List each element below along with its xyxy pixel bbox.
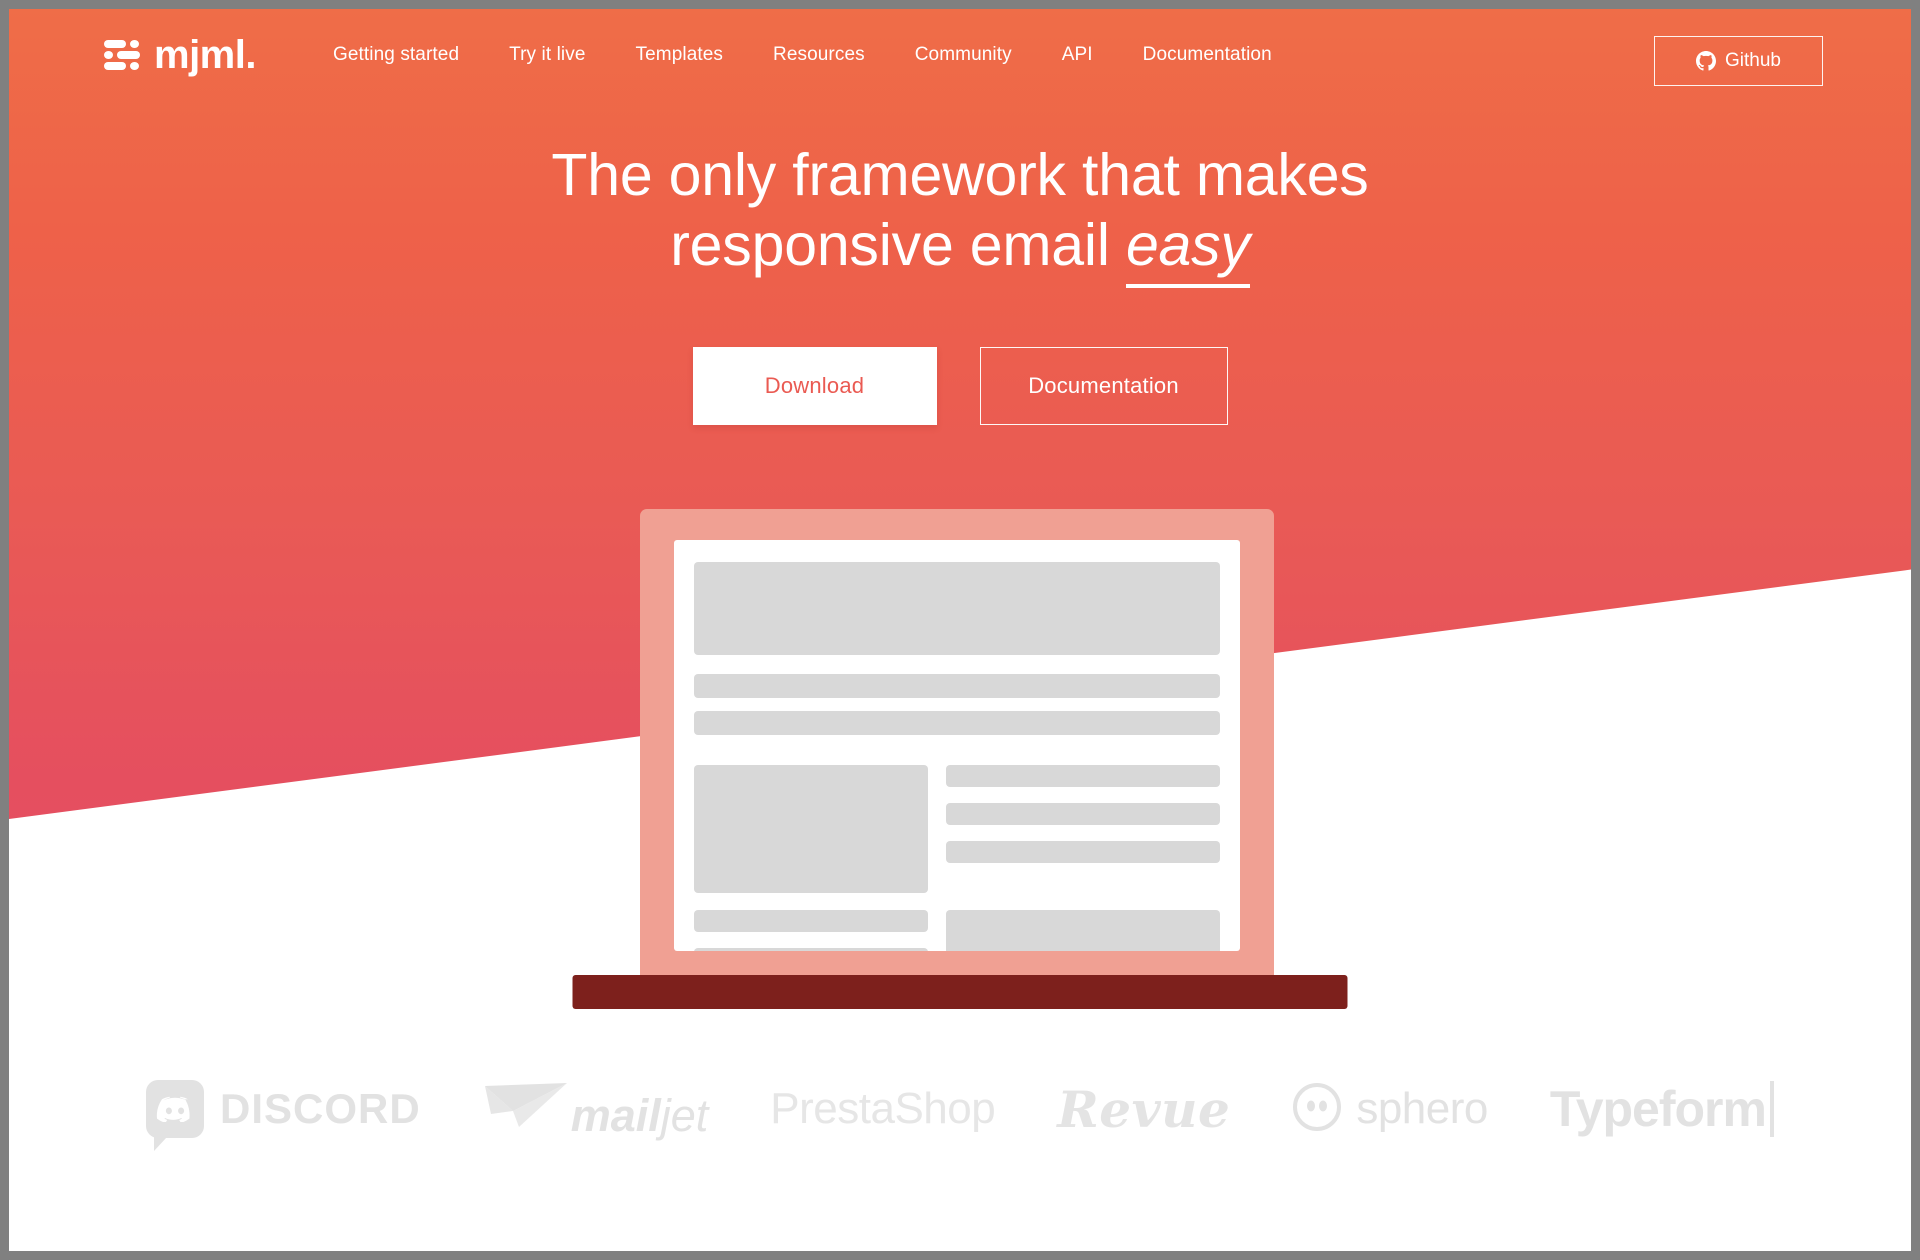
laptop-email-mockup [572,509,1348,1009]
hero-actions: Download Documentation [9,347,1911,425]
github-button[interactable]: Github [1654,36,1823,86]
github-button-label: Github [1725,50,1781,71]
documentation-button[interactable]: Documentation [979,347,1228,425]
download-button[interactable]: Download [692,347,937,425]
page-root: mjml. Getting started Try it live Templa… [0,0,1920,1260]
customer-logo-mailjet: mailjet [483,1081,709,1138]
skeleton-two-column [694,910,1220,951]
skeleton-line [694,910,928,932]
brand-name-text: mjml. [154,33,256,77]
top-navigation-bar: mjml. Getting started Try it live Templa… [9,9,1911,101]
sphero-wordmark: sphero [1356,1084,1488,1133]
nav-link-documentation[interactable]: Documentation [1118,44,1297,66]
brand-logo-link[interactable]: mjml. [104,35,256,75]
mailjet-plane-icon [483,1081,569,1134]
customer-logo-discord: DISCORD [146,1080,421,1151]
hero-copy: The only framework that makes responsive… [9,141,1911,288]
customer-logo-revue: Revue [1057,1079,1231,1139]
customer-logo-strip: DISCORD mailjet PrestaShop Revue sphero … [9,1054,1911,1164]
skeleton-line [694,674,1220,698]
nav-link-getting-started[interactable]: Getting started [308,44,484,66]
hero-title-line-1: The only framework that makes [551,142,1369,208]
github-icon [1696,51,1716,71]
mailjet-wordmark: mailjet [571,1093,709,1138]
customer-logo-sphero: sphero [1292,1082,1488,1137]
skeleton-image-block [694,765,928,893]
laptop-base [572,975,1348,1009]
hero-title-line-2: responsive email [670,211,1126,278]
typeform-wordmark: Typeform [1549,1081,1767,1137]
nav-link-resources[interactable]: Resources [748,44,890,66]
laptop-screen [674,540,1240,951]
customer-logo-prestashop: PrestaShop [770,1084,996,1133]
skeleton-hero-block [694,562,1220,655]
nav-link-community[interactable]: Community [890,44,1037,66]
skeleton-line [945,841,1220,863]
mjml-bars-logo-icon [104,38,141,72]
mailjet-wordmark-bold: mail [570,1089,661,1141]
discord-icon [146,1080,205,1151]
skeleton-line [694,948,928,951]
skeleton-line [945,765,1220,787]
skeleton-line [694,711,1220,735]
nav-link-list: Getting started Try it live Templates Re… [308,44,1297,66]
laptop-lid [640,509,1274,982]
nav-link-api[interactable]: API [1037,44,1118,66]
page-title: The only framework that makes responsive… [9,141,1911,288]
skeleton-image-block [945,910,1220,951]
skeleton-line [945,803,1220,825]
mailjet-wordmark-light: jet [660,1089,709,1141]
sphero-ball-icon [1292,1082,1342,1137]
typeform-caret-icon [1769,1081,1774,1137]
nav-link-templates[interactable]: Templates [611,44,749,66]
discord-wordmark: DISCORD [220,1085,421,1132]
nav-link-try-it-live[interactable]: Try it live [484,44,610,66]
hero-title-emphasis: easy [1125,211,1250,288]
customer-logo-typeform: Typeform [1550,1080,1774,1138]
skeleton-two-column [694,765,1220,893]
